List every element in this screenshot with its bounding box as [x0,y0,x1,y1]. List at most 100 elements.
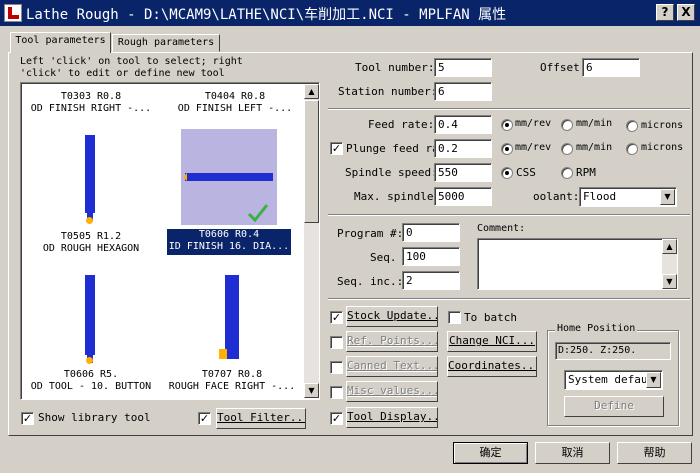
to-batch-label: To batch [464,311,517,324]
help-footer-button[interactable]: 帮助 [617,442,692,464]
max-spindle-input[interactable]: 5000 [434,187,492,206]
tool-display-checkbox[interactable]: ✓ [330,412,343,425]
tab-rough-parameters[interactable]: Rough parameters [112,34,220,52]
feed-rate-label: Feed rate: [368,118,435,131]
ok-label: 确定 [479,446,502,459]
tool-filter-button[interactable]: Tool Filter... [216,408,306,429]
ref-points-button[interactable]: Ref. Points... [346,331,438,352]
cancel-label: 取消 [561,446,584,459]
seq-inc-input[interactable]: 2 [402,271,460,290]
feed-mm-min-radio[interactable] [561,119,573,131]
stock-update-label: Stock Update... [347,309,438,322]
tab-tool-parameters[interactable]: Tool parameters [10,32,111,53]
tool-filter-label: Tool Filter... [217,411,306,424]
misc-values-button[interactable]: Misc values... [346,381,438,402]
tool-id: T0505 R1.2 [60,231,122,242]
change-nci-button[interactable]: Change NCI... [447,331,537,352]
scroll-up-button[interactable]: ▲ [304,84,319,99]
divider [328,108,690,110]
home-system-value: System defaul [568,373,655,386]
comment-scroll-down[interactable]: ▼ [662,274,677,289]
home-system-dropdown-button[interactable]: ▼ [646,372,661,388]
to-batch-checkbox[interactable] [448,311,461,324]
tool-list-scrollbar[interactable]: ▲ ▼ [304,84,319,398]
coolant-dropdown-button[interactable]: ▼ [660,189,675,205]
scroll-down-button[interactable]: ▼ [304,383,319,398]
spindle-css-radio[interactable] [501,167,513,179]
boring-bar-icon [185,173,273,181]
spindle-speed-label: Spindle speed: [345,166,438,179]
tool-item-t0404[interactable]: T0404 R0.8 OD FINISH LEFT -... [169,91,301,115]
comment-scrollbar[interactable]: ▲ ▼ [662,239,677,289]
close-button[interactable]: X [677,4,695,21]
comment-textarea[interactable]: ▲ ▼ [477,238,678,290]
help-button[interactable]: ? [656,4,674,21]
plunge-mm-rev-label: mm/rev [515,142,552,153]
coolant-select[interactable]: Flood ▼ [579,187,677,207]
program-input[interactable]: 0 [402,223,460,242]
spindle-rpm-radio[interactable] [561,167,573,179]
tool-id: T0707 R0.8 [201,369,263,380]
tool-filter-checkbox[interactable]: ✓ [198,412,211,425]
tool-item-t0606-button[interactable]: T0606 R5. OD TOOL - 10. BUTTON [25,273,157,393]
plunge-mm-rev-radio[interactable] [501,143,513,155]
plunge-mm-min-label: mm/min [576,142,613,153]
plunge-microns-radio[interactable] [626,143,638,155]
arrow-down-icon: ▼ [308,386,315,395]
feed-microns-radio[interactable] [626,120,638,132]
plunge-mm-min-radio[interactable] [561,143,573,155]
plunge-feed-checkbox[interactable]: ✓ [330,142,343,155]
spindle-speed-input[interactable]: 550 [434,163,492,182]
feed-mm-rev-radio[interactable] [501,119,513,131]
scroll-thumb[interactable] [304,100,319,223]
tool-display-button[interactable]: Tool Display... [346,407,438,428]
tool-id: T0606 R0.4 [198,229,260,240]
feed-rate-input[interactable]: 0.4 [434,115,492,134]
plunge-feed-input[interactable]: 0.2 [434,139,492,158]
program-label: Program #: [337,227,404,240]
seq-label: Seq. [370,251,397,264]
tool-desc: ROUGH FACE RIGHT -... [168,381,296,392]
tool-item-t0707[interactable]: T0707 R0.8 ROUGH FACE RIGHT -... [167,273,297,393]
title-bar[interactable]: Lathe Rough - D:\MCAM9\LATHE\NCI\车削加工.NC… [0,0,700,26]
comment-scroll-up[interactable]: ▲ [662,239,677,254]
tool-item-t0505[interactable]: T0505 R1.2 OD ROUGH HEXAGON [25,133,157,254]
tool-number-label: Tool number: [355,61,435,74]
tool-list[interactable]: T0303 R0.8 OD FINISH RIGHT -... T0404 R0… [20,82,320,400]
ref-points-checkbox[interactable] [330,336,343,349]
stock-update-checkbox[interactable]: ✓ [330,311,343,324]
stock-update-button[interactable]: Stock Update... [346,306,438,327]
check-icon: ✓ [331,142,342,155]
station-number-input[interactable]: 6 [434,82,492,101]
arrow-up-icon: ▲ [666,242,673,251]
canned-text-checkbox[interactable] [330,361,343,374]
tool-desc: OD ROUGH HEXAGON [42,243,140,254]
tool-desc: OD FINISH LEFT -... [177,103,293,114]
close-icon: X [681,5,691,19]
feed-mm-rev-label: mm/rev [515,118,552,129]
ok-button[interactable]: 确定 [453,442,528,464]
check-icon: ✓ [199,412,210,425]
tool-item-t0303[interactable]: T0303 R0.8 OD FINISH RIGHT -... [25,91,157,115]
tool-insert-icon [86,357,93,364]
tool-number-input[interactable]: 5 [434,58,492,77]
define-label: Define [594,399,634,412]
seq-inc-label: Seq. inc.: [337,275,404,288]
comment-label: Comment: [477,223,526,234]
misc-values-checkbox[interactable] [330,386,343,399]
home-system-select[interactable]: System defaul ▼ [564,370,663,390]
seq-input[interactable]: 100 [402,247,460,266]
coordinates-button[interactable]: Coordinates... [447,356,537,377]
define-button[interactable]: Define [564,396,664,417]
offset-label: Offset [540,61,580,74]
tool-desc: OD FINISH RIGHT -... [30,103,152,114]
canned-text-button[interactable]: Canned Text... [346,356,438,377]
tool-item-t0606-selected[interactable]: T0606 R0.4 ID FINISH 16. DIA... [167,129,291,259]
canned-text-label: Canned Text... [347,359,438,372]
cancel-button[interactable]: 取消 [535,442,610,464]
instruction-line-1: Left 'click' on tool to select; right [20,56,243,67]
selected-check-icon [247,204,269,223]
change-nci-label: Change NCI... [448,334,536,347]
offset-input[interactable]: 6 [582,58,640,77]
show-library-checkbox[interactable]: ✓ [21,412,34,425]
